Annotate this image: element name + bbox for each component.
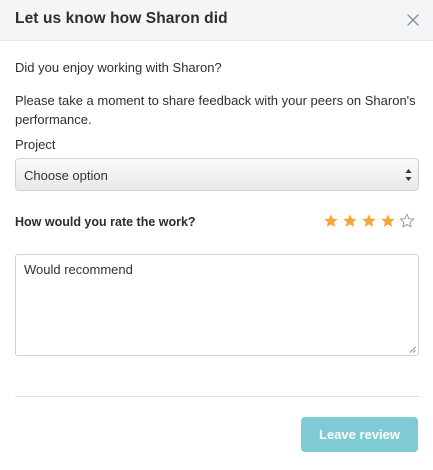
star-filled-icon[interactable]	[361, 213, 377, 229]
star-empty-icon[interactable]	[399, 213, 415, 229]
rating-label: How would you rate the work?	[15, 215, 196, 229]
project-select[interactable]: Choose option	[15, 158, 419, 191]
prompt-text: Please take a moment to share feedback w…	[15, 93, 416, 127]
dialog-header: Let us know how Sharon did	[0, 0, 433, 41]
project-label: Project	[15, 137, 56, 152]
select-arrows-icon	[405, 169, 412, 181]
leave-review-button[interactable]: Leave review	[301, 417, 418, 452]
divider	[15, 396, 419, 397]
resize-handle-icon[interactable]	[409, 346, 416, 353]
review-text: Would recommend	[24, 262, 133, 277]
close-icon[interactable]	[406, 13, 420, 27]
dialog-title: Let us know how Sharon did	[15, 10, 228, 27]
star-filled-icon[interactable]	[323, 213, 339, 229]
star-filled-icon[interactable]	[380, 213, 396, 229]
question-text: Did you enjoy working with Sharon?	[15, 60, 222, 75]
rating-stars	[323, 213, 415, 230]
review-textarea[interactable]: Would recommend	[15, 254, 419, 356]
star-filled-icon[interactable]	[342, 213, 358, 229]
project-select-value: Choose option	[24, 168, 108, 183]
